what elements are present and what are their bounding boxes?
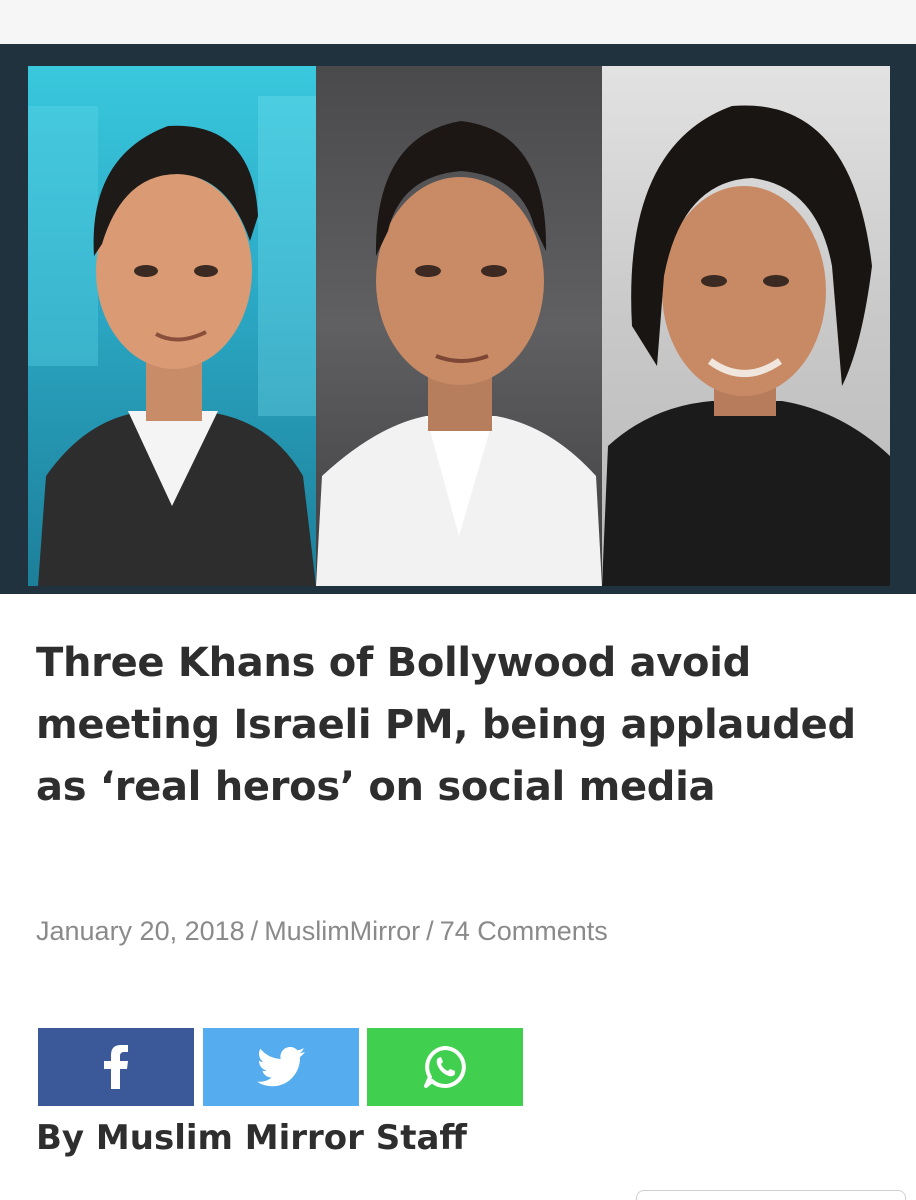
meta-separator: / <box>250 916 259 946</box>
article-author-link[interactable]: MuslimMirror <box>264 916 420 946</box>
meta-separator: / <box>426 916 434 946</box>
twitter-icon <box>257 1047 305 1087</box>
share-facebook-button[interactable] <box>38 1028 194 1106</box>
featured-image-photo-1 <box>28 66 316 586</box>
share-whatsapp-button[interactable] <box>367 1028 523 1106</box>
article-title: Three Khans of Bollywood avoid meeting I… <box>36 640 856 810</box>
whatsapp-icon <box>424 1046 466 1088</box>
top-bar <box>0 0 916 44</box>
featured-image-photo-2 <box>316 66 602 586</box>
article-comments-link[interactable]: 74 Comments <box>440 916 608 946</box>
article-date[interactable]: January 20, 2018 <box>36 916 245 946</box>
featured-image <box>0 44 916 594</box>
article-byline: By Muslim Mirror Staff <box>36 1118 467 1158</box>
facebook-icon <box>104 1045 128 1089</box>
article-meta: January 20, 2018/MuslimMirror/74 Comment… <box>36 916 608 956</box>
featured-image-photo-3 <box>602 66 890 586</box>
floating-widget-edge[interactable] <box>636 1190 906 1200</box>
share-twitter-button[interactable] <box>203 1028 359 1106</box>
